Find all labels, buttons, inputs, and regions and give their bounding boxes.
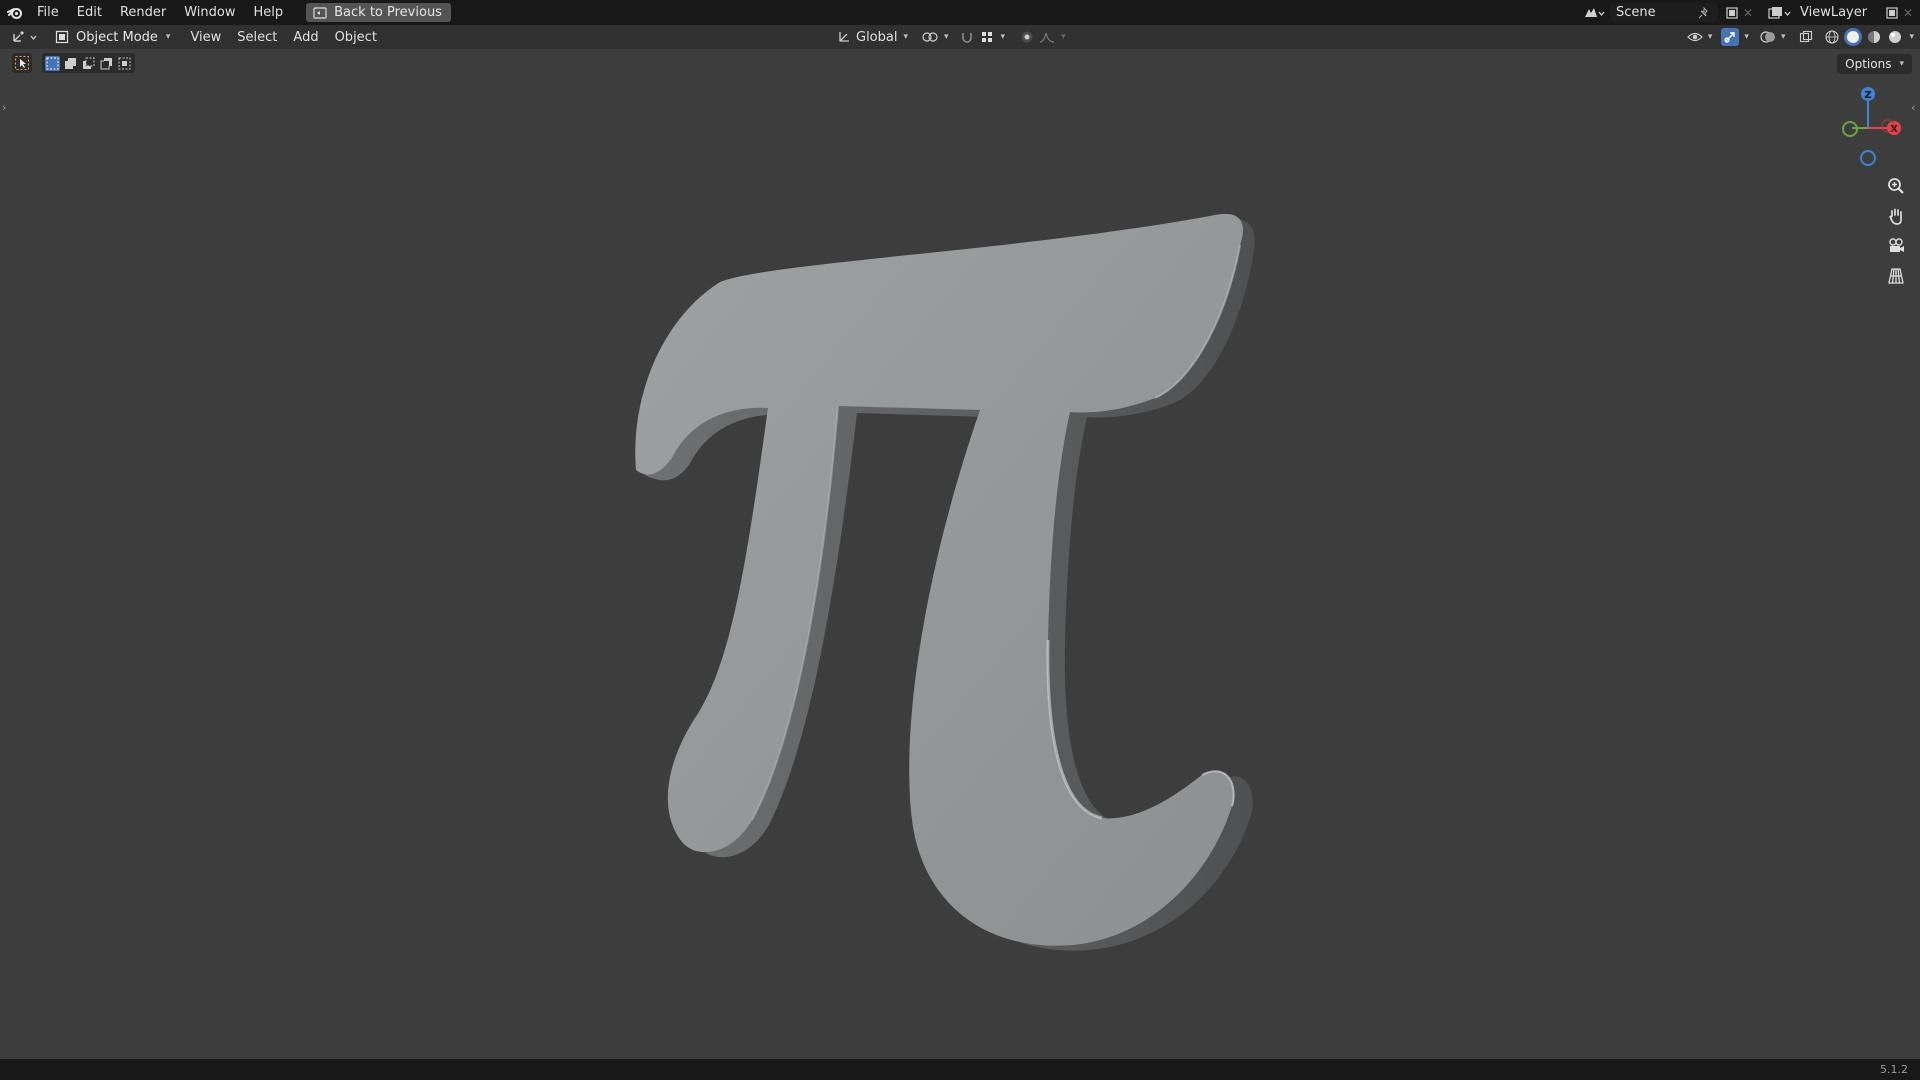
status-bar: 5.1.2 <box>0 1059 1920 1080</box>
pi-front-face <box>635 213 1243 946</box>
version-label: 5.1.2 <box>1880 1063 1908 1076</box>
perspective-toggle-icon[interactable] <box>1884 264 1908 288</box>
gizmo-z-label: Z <box>1864 90 1871 101</box>
pi-symbol-3d-object[interactable] <box>0 0 1920 1080</box>
zoom-icon[interactable] <box>1884 174 1908 198</box>
navigation-gizmo[interactable]: Z X <box>1830 84 1910 170</box>
camera-view-icon[interactable] <box>1884 234 1908 258</box>
gizmo-neg-z-axis[interactable] <box>1860 150 1876 166</box>
pan-hand-icon[interactable] <box>1884 204 1908 228</box>
